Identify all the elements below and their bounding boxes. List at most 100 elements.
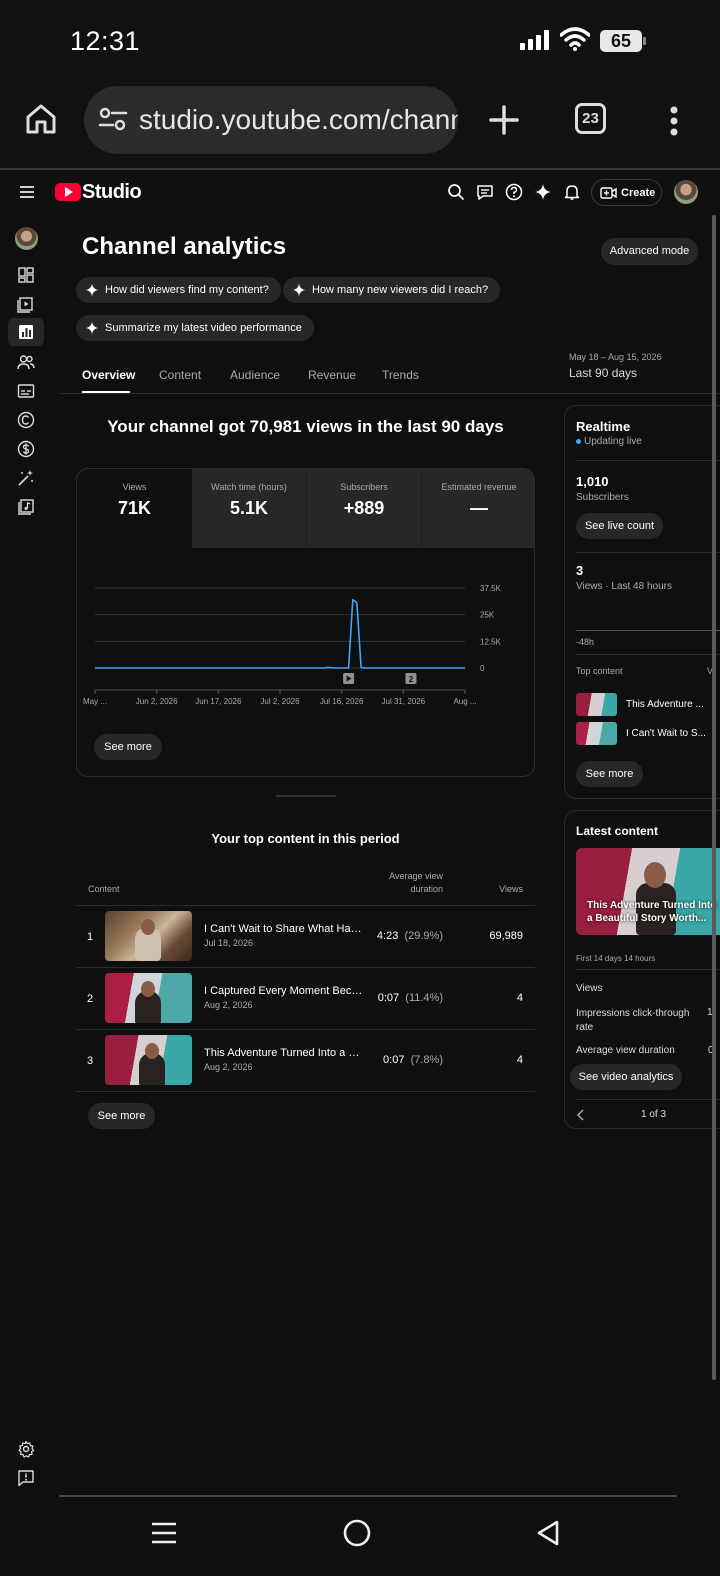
- views-headline: Your channel got 70,981 views in the las…: [107, 417, 504, 436]
- recent-apps-icon[interactable]: [150, 1519, 178, 1547]
- video-title[interactable]: I Can't Wait to Share What Happe...: [204, 923, 364, 935]
- content-icon[interactable]: [17, 295, 35, 313]
- realtime-item-thumbnail[interactable]: [576, 693, 617, 716]
- customization-wand-icon[interactable]: [17, 469, 35, 487]
- metric-value: 71K: [117, 498, 152, 518]
- y-tick-label: 37.5K: [480, 584, 502, 593]
- sparkle-icon[interactable]: [534, 183, 552, 201]
- chevron-left-icon[interactable]: [576, 1108, 586, 1122]
- settings-icon[interactable]: [17, 1440, 35, 1458]
- chart-see-more-button[interactable]: See more: [94, 734, 162, 760]
- earn-icon[interactable]: [17, 440, 35, 458]
- metric-tab-watch-time[interactable]: Watch time (hours) 5.1K: [192, 469, 307, 548]
- avg-view-duration: 0:07 (11.4%): [356, 992, 443, 1004]
- see-video-analytics-button[interactable]: See video analytics: [570, 1064, 682, 1090]
- avd-time: 4:23: [376, 930, 399, 942]
- latest-content-title: Latest content: [576, 824, 659, 838]
- tab-overview[interactable]: Overview: [82, 368, 135, 382]
- realtime-item-thumbnail[interactable]: [576, 722, 617, 745]
- see-live-count-button[interactable]: See live count: [576, 513, 663, 539]
- sparkle-icon: [85, 283, 99, 297]
- back-icon[interactable]: [535, 1519, 561, 1547]
- account-avatar[interactable]: [674, 180, 698, 204]
- suggestion-chip-new-viewers[interactable]: How many new viewers did I reach?: [283, 277, 501, 303]
- studio-header: Studio Create: [0, 172, 720, 214]
- top-content-see-more-button[interactable]: See more: [88, 1103, 155, 1129]
- column-header-views: Views: [499, 884, 523, 894]
- help-icon[interactable]: [505, 183, 523, 201]
- status-time: 12:31: [70, 26, 141, 56]
- overview-chart-card: Views 71K Watch time (hours) 5.1K Subscr…: [76, 468, 535, 777]
- date-period-selector[interactable]: Last 90 days: [569, 366, 637, 380]
- new-tab-icon[interactable]: [488, 104, 520, 136]
- realtime-chart-baseline: [576, 630, 720, 631]
- metric-value: 5.1K: [229, 498, 269, 518]
- dashboard-icon[interactable]: [17, 266, 35, 284]
- date-range[interactable]: May 18 – Aug 15, 2026: [569, 352, 662, 362]
- home-circle-icon[interactable]: [342, 1518, 372, 1548]
- tab-switcher-button[interactable]: 23: [575, 103, 606, 134]
- suggestion-chip-find-content[interactable]: How did viewers find my content?: [76, 277, 281, 303]
- metric-tab-views[interactable]: Views 71K: [77, 469, 192, 548]
- video-thumbnail[interactable]: [105, 911, 192, 961]
- column-header-content: Content: [88, 884, 120, 894]
- page-scrollbar[interactable]: [712, 215, 716, 1380]
- latest-video-thumbnail[interactable]: This Adventure Turned Into a Beautiful S…: [576, 848, 720, 935]
- more-vert-icon[interactable]: [668, 106, 680, 136]
- tab-audience[interactable]: Audience: [230, 368, 280, 382]
- status-bar: 12:31 65: [0, 0, 720, 80]
- battery-indicator: 65: [600, 30, 642, 52]
- realtime-item-title[interactable]: This Adventure ...: [626, 699, 704, 710]
- url-bar[interactable]: studio.youtube.com/channel: [84, 86, 458, 154]
- table-row[interactable]: 3 This Adventure Turned Into a Bea... Au…: [76, 1030, 535, 1092]
- avd-percent: (7.8%): [410, 1054, 443, 1066]
- latest-video-title: This Adventure Turned Into a Beautiful S…: [587, 900, 717, 924]
- site-settings-icon[interactable]: [98, 106, 128, 132]
- analytics-icon[interactable]: [17, 323, 35, 341]
- metric-value: +889: [343, 498, 385, 518]
- realtime-see-more-button[interactable]: See more: [576, 761, 643, 787]
- video-thumbnail[interactable]: [105, 973, 192, 1023]
- table-row[interactable]: 1 I Can't Wait to Share What Happe... Ju…: [76, 906, 535, 968]
- latest-stat-label: Average view duration: [576, 1045, 675, 1056]
- feedback-comment-icon[interactable]: [476, 183, 494, 201]
- create-label: Create: [621, 187, 656, 199]
- avd-time: 0:07: [383, 1054, 405, 1066]
- audio-library-icon[interactable]: [17, 498, 35, 516]
- video-thumbnail[interactable]: [105, 1035, 192, 1085]
- tab-trends[interactable]: Trends: [382, 368, 419, 382]
- metric-tab-revenue[interactable]: Estimated revenue —: [422, 469, 534, 548]
- subtitles-icon[interactable]: [17, 382, 35, 400]
- advanced-mode-button[interactable]: Advanced mode: [601, 238, 698, 265]
- table-row[interactable]: 2 I Captured Every Moment Becaus... Aug …: [76, 968, 535, 1030]
- notifications-icon[interactable]: [563, 183, 581, 201]
- tab-content[interactable]: Content: [159, 368, 201, 382]
- realtime-views-label: Views · Last 48 hours: [576, 581, 672, 592]
- community-icon[interactable]: [17, 353, 35, 371]
- y-tick-label: 0: [480, 664, 485, 673]
- tab-revenue[interactable]: Revenue: [308, 368, 356, 382]
- video-title[interactable]: This Adventure Turned Into a Bea...: [204, 1047, 364, 1059]
- metric-label: Subscribers: [340, 482, 388, 492]
- row-rank: 1: [87, 931, 94, 943]
- y-tick-label: 25K: [480, 611, 495, 620]
- realtime-subscribers-value: 1,010: [576, 474, 609, 489]
- metric-tab-subscribers[interactable]: Subscribers +889: [307, 469, 422, 548]
- channel-avatar[interactable]: [15, 227, 38, 250]
- page-title: Channel analytics: [82, 233, 287, 260]
- send-feedback-icon[interactable]: [17, 1469, 35, 1487]
- video-title[interactable]: I Captured Every Moment Becaus...: [204, 985, 364, 997]
- chip-label: How many new viewers did I reach?: [312, 284, 489, 296]
- column-header-avd: Average view duration: [389, 871, 443, 894]
- menu-icon[interactable]: [20, 186, 34, 198]
- views-line-chart[interactable]: 37.5K 25K 12.5K 0 May ... Jun 2, 2026 Jun 17, …: [77, 564, 535, 714]
- copyright-icon[interactable]: [17, 411, 35, 429]
- x-tick-label: Jul 16, 2026: [320, 697, 364, 706]
- home-icon[interactable]: [24, 102, 58, 136]
- realtime-item-title[interactable]: I Can't Wait to S...: [626, 728, 706, 739]
- create-button[interactable]: Create: [591, 179, 662, 206]
- youtube-logo-icon[interactable]: [55, 183, 81, 201]
- tabs-divider: [60, 393, 720, 394]
- suggestion-chip-latest-video[interactable]: Summarize my latest video performance: [76, 315, 314, 341]
- search-icon[interactable]: [447, 183, 465, 201]
